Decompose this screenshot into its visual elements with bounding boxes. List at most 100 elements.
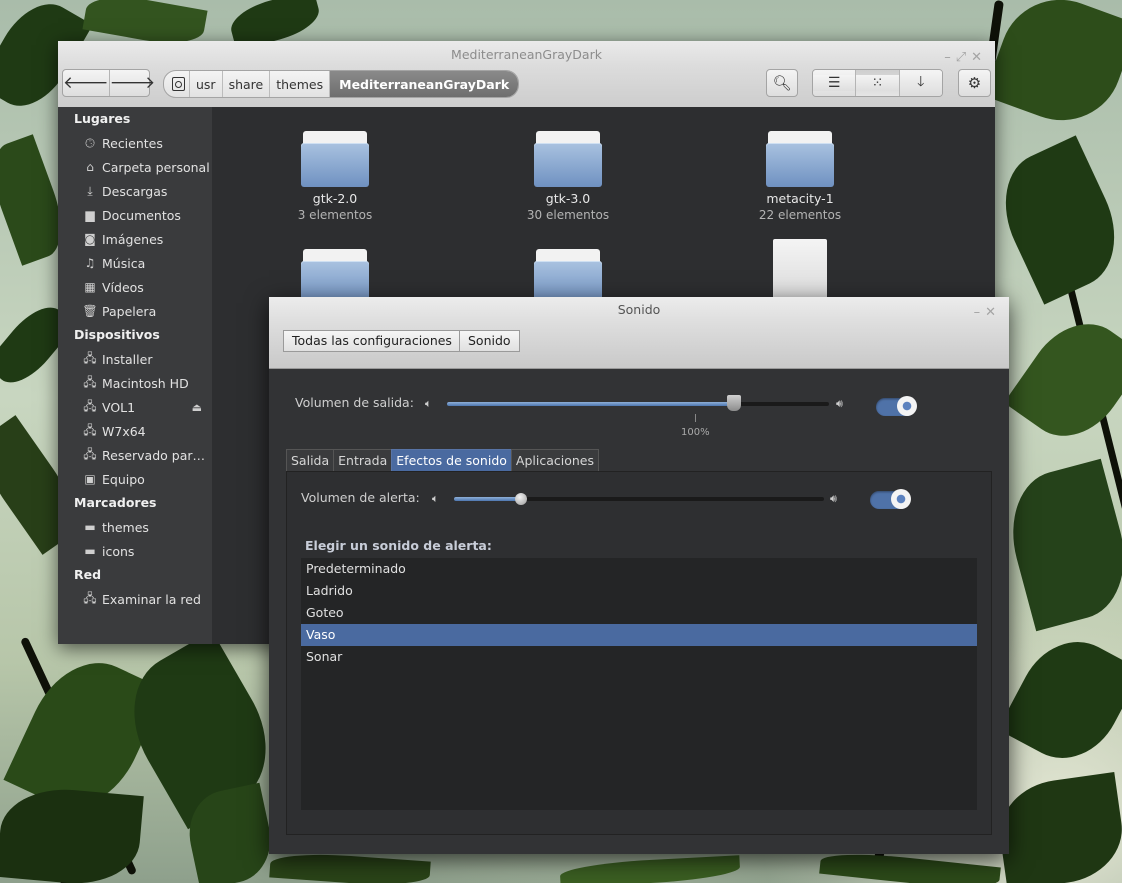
alert-volume-handle[interactable] xyxy=(514,493,527,505)
sidebar-item-macintosh-hd[interactable]: 🖧︎ Macintosh HD xyxy=(58,371,212,395)
folder-item[interactable]: metacity-1 22 elementos xyxy=(735,131,865,222)
drive-icon: 🖧︎ xyxy=(83,422,97,437)
sidebar-item-label: Documentos xyxy=(102,207,181,223)
minimize-icon[interactable]: – xyxy=(944,50,956,65)
alert-sound-list: Predeterminado Ladrido Goteo Vaso Sonar xyxy=(301,558,977,810)
alert-volume-label: Volumen de alerta: xyxy=(301,490,420,505)
eject-icon[interactable]: ⏏ xyxy=(192,401,202,414)
tab-efectos-de-sonido[interactable]: Efectos de sonido xyxy=(391,449,512,471)
computer-icon: ▣ xyxy=(84,472,96,486)
home-icon: ⌂ xyxy=(86,160,94,174)
folder-icon xyxy=(301,131,369,187)
folder-icon: ▬ xyxy=(84,520,96,534)
search-button[interactable]: 🔍︎ xyxy=(766,69,798,97)
sidebar-heading-dispositivos: Dispositivos xyxy=(74,327,160,342)
tab-aplicaciones[interactable]: Aplicaciones xyxy=(510,449,599,471)
window-title: MediterraneanGrayDark xyxy=(451,47,602,62)
hard-disk-icon xyxy=(172,77,185,91)
sidebar-item-equipo[interactable]: ▣ Equipo xyxy=(58,467,212,491)
path-segment-current[interactable]: MediterraneanGrayDark xyxy=(329,71,519,97)
sidebar-item-videos[interactable]: ▦ Vídeos xyxy=(58,275,212,299)
sidebar-item-label: Macintosh HD xyxy=(102,375,189,391)
clock-icon: 🕓︎ xyxy=(85,135,95,150)
sidebar-item-documentos[interactable]: ▆ Documentos xyxy=(58,203,212,227)
sidebar-item-w7x64[interactable]: 🖧︎ W7x64 xyxy=(58,419,212,443)
camera-icon: ◙ xyxy=(84,232,96,246)
output-switch[interactable] xyxy=(876,396,917,416)
sidebar-heading-lugares: Lugares xyxy=(74,111,131,126)
sidebar-item-imagenes[interactable]: ◙ Imágenes xyxy=(58,227,212,251)
list-item[interactable]: Goteo xyxy=(301,602,977,624)
drive-icon: 🖧︎ xyxy=(83,374,97,389)
folder-count: 30 elementos xyxy=(526,208,610,222)
download-arrow-icon: 🡓 xyxy=(899,71,942,95)
close-icon[interactable]: ✕ xyxy=(985,305,1001,320)
alert-switch[interactable] xyxy=(870,489,911,509)
sound-tabs: Salida Entrada Efectos de sonido Aplicac… xyxy=(286,449,599,471)
file-manager-titlebar[interactable]: MediterraneanGrayDark –⤢✕ xyxy=(58,41,995,66)
sound-effects-panel: Volumen de alerta: 🔈︎ 🔊︎ Elegir un sonid… xyxy=(286,471,992,835)
drive-icon: 🖧︎ xyxy=(83,398,97,413)
output-volume-slider[interactable] xyxy=(447,402,829,406)
sidebar-item-label: Música xyxy=(102,255,146,271)
output-volume-handle[interactable] xyxy=(726,395,741,411)
tab-entrada[interactable]: Entrada xyxy=(333,449,393,471)
file-manager-toolbar: 🡐 🡒 usr share themes MediterraneanGrayDa… xyxy=(58,66,995,108)
sidebar-item-label: Descargas xyxy=(102,183,168,199)
output-volume-label: Volumen de salida: xyxy=(295,395,414,410)
folder-icon xyxy=(766,131,834,187)
sidebar-item-themes[interactable]: ▬ themes xyxy=(58,515,212,539)
sidebar-item-vol1[interactable]: 🖧︎ VOL1 ⏏ xyxy=(58,395,212,419)
path-segment-themes[interactable]: themes xyxy=(269,71,329,97)
text-file-icon[interactable] xyxy=(773,239,827,299)
forward-button[interactable]: 🡒 xyxy=(108,70,155,96)
sound-settings-window: Sonido –✕ Todas las configuraciones Soni… xyxy=(269,297,1009,854)
sidebar-item-label: icons xyxy=(102,543,135,559)
sidebar-item-carpeta-personal[interactable]: ⌂ Carpeta personal xyxy=(58,155,212,179)
sidebar-item-papelera[interactable]: 🗑︎ Papelera xyxy=(58,299,212,323)
list-item[interactable]: Ladrido xyxy=(301,580,977,602)
close-icon[interactable]: ✕ xyxy=(971,50,987,65)
sidebar-item-examinar-red[interactable]: 🖧︎ Examinar la red xyxy=(58,587,212,611)
sidebar-item-descargas[interactable]: ⤓ Descargas xyxy=(58,179,212,203)
sidebar-item-reservado[interactable]: 🖧︎ Reservado par… xyxy=(58,443,212,467)
folder-count: 22 elementos xyxy=(758,208,842,222)
film-icon: ▦ xyxy=(84,280,96,294)
path-root-button[interactable] xyxy=(164,71,189,97)
document-icon: ▆ xyxy=(85,208,95,222)
list-item[interactable]: Predeterminado xyxy=(301,558,977,580)
tab-salida[interactable]: Salida xyxy=(286,449,335,471)
path-segment-usr[interactable]: usr xyxy=(189,71,222,97)
sidebar: Lugares 🕓︎ Recientes ⌂ Carpeta personal ⤓ D… xyxy=(58,107,212,644)
list-item[interactable]: Sonar xyxy=(301,646,977,668)
path-segment-share[interactable]: share xyxy=(221,71,270,97)
navigation-buttons: 🡐 🡒 xyxy=(62,69,155,97)
sidebar-item-label: Vídeos xyxy=(102,279,144,295)
download-button[interactable]: 🡓 xyxy=(898,70,942,96)
sidebar-item-musica[interactable]: ♫ Música xyxy=(58,251,212,275)
sidebar-item-label: Equipo xyxy=(102,471,145,487)
output-volume-fill xyxy=(447,402,734,406)
minimize-icon[interactable]: – xyxy=(974,305,986,320)
sidebar-item-recientes[interactable]: 🕓︎ Recientes xyxy=(58,131,212,155)
sidebar-item-icons[interactable]: ▬ icons xyxy=(58,539,212,563)
grid-view-button[interactable]: ⁙ xyxy=(855,70,899,96)
folder-item[interactable]: gtk-3.0 30 elementos xyxy=(503,131,633,222)
volume-tick xyxy=(695,414,696,422)
sound-crumb-button[interactable]: Sonido xyxy=(459,330,520,352)
drive-icon: 🖧︎ xyxy=(83,350,97,365)
sound-titlebar[interactable]: Sonido –✕ xyxy=(269,297,1009,322)
volume-low-icon: 🔈︎ xyxy=(425,397,432,410)
back-button[interactable]: 🡐 xyxy=(63,70,109,96)
settings-button[interactable]: ⚙ xyxy=(958,69,991,97)
folder-name: gtk-3.0 xyxy=(545,191,591,206)
sidebar-item-installer[interactable]: 🖧︎ Installer xyxy=(58,347,212,371)
maximize-icon[interactable]: ⤢ xyxy=(956,50,971,65)
volume-low-icon: 🔈︎ xyxy=(432,492,439,505)
list-view-button[interactable]: ☰ xyxy=(813,70,856,96)
all-settings-button[interactable]: Todas las configuraciones xyxy=(283,330,461,352)
sidebar-item-label: Imágenes xyxy=(102,231,164,247)
folder-item[interactable]: gtk-2.0 3 elementos xyxy=(270,131,400,222)
list-item-selected[interactable]: Vaso xyxy=(301,624,977,646)
alert-volume-slider[interactable] xyxy=(454,497,824,501)
